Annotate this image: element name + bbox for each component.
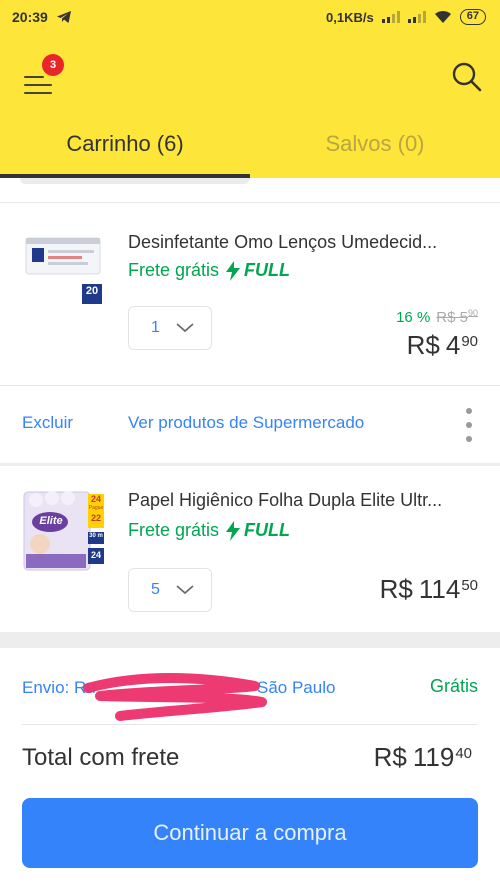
cart-summary: Envio: Ru São Paulo Grátis Total com fre… bbox=[0, 648, 500, 890]
thumb-tag: 24 bbox=[90, 494, 101, 504]
shipping-cost: Grátis bbox=[429, 676, 478, 696]
item-actions: Excluir Ver produtos de Supermercado bbox=[0, 386, 500, 464]
thumb-rolls: 24 bbox=[90, 550, 101, 560]
old-price-int: R$ 5 bbox=[436, 309, 468, 326]
telegram-icon bbox=[56, 11, 71, 23]
status-time: 20:39 bbox=[12, 9, 48, 25]
delete-button[interactable]: Excluir bbox=[22, 413, 73, 433]
lightning-icon bbox=[226, 260, 241, 281]
free-shipping-label: Frete grátis bbox=[128, 260, 220, 280]
chevron-down-icon bbox=[176, 323, 194, 333]
full-label: FULL bbox=[244, 520, 291, 540]
total-label: Total com frete bbox=[22, 744, 180, 771]
lightning-icon bbox=[226, 520, 241, 541]
notification-badge: 3 bbox=[42, 54, 64, 76]
status-bar: 20:39 0,1KB/s 67 bbox=[0, 0, 500, 34]
full-badge: FULL bbox=[225, 520, 290, 541]
discount-percent: 16 % bbox=[396, 309, 431, 326]
item-price: R$ 4 90 bbox=[407, 330, 478, 361]
thumb-meters: 30 m bbox=[89, 533, 103, 539]
search-button[interactable] bbox=[448, 58, 486, 96]
thumb-brand: Elite bbox=[39, 515, 63, 527]
old-price-cents: 90 bbox=[467, 308, 478, 318]
app-header: 20:39 0,1KB/s 67 3 Carrinho (6) Salvos (… bbox=[0, 0, 500, 178]
product-title[interactable]: Papel Higiênico Folha Dupla Elite Ultr..… bbox=[128, 490, 442, 511]
shipping-info: Frete grátis FULL bbox=[128, 520, 290, 541]
full-label: FULL bbox=[244, 260, 291, 280]
price-int: 4 bbox=[445, 330, 461, 360]
thumb-count: 20 bbox=[85, 285, 99, 297]
price-cents: 90 bbox=[461, 333, 478, 350]
network-speed: 0,1KB/s bbox=[326, 9, 374, 25]
cart-tabs: Carrinho (6) Salvos (0) bbox=[0, 114, 500, 178]
free-shipping-label: Frete grátis bbox=[128, 520, 220, 540]
old-price: R$ 590 bbox=[436, 308, 478, 326]
price-currency: R$ bbox=[406, 330, 440, 360]
discount-info: 16 % R$ 590 bbox=[396, 308, 478, 326]
quantity-value: 5 bbox=[151, 581, 160, 598]
total-int: 119 bbox=[412, 742, 455, 772]
top-bar: 3 bbox=[0, 34, 500, 114]
menu-icon-line bbox=[24, 92, 52, 94]
product-thumbnail[interactable]: Elite 24 Pague 22 30 m 24 bbox=[22, 488, 106, 574]
total-cents: 40 bbox=[455, 745, 472, 762]
continue-purchase-button[interactable]: Continuar a compra bbox=[22, 798, 478, 868]
search-icon bbox=[452, 62, 482, 92]
more-options-icon[interactable] bbox=[466, 408, 474, 442]
divider bbox=[22, 724, 478, 725]
quantity-selector[interactable]: 1 bbox=[128, 306, 212, 350]
thumb-tag: Pague bbox=[88, 505, 104, 511]
product-thumbnail[interactable]: 20 bbox=[24, 234, 104, 308]
chevron-down-icon bbox=[176, 585, 194, 595]
price-currency: R$ bbox=[379, 574, 413, 604]
item-price: R$ 114 50 bbox=[380, 574, 478, 605]
cart-item-card: 20 Desinfetante Omo Lenços Umedecid... F… bbox=[0, 178, 500, 463]
shipping-info: Frete grátis FULL bbox=[128, 260, 290, 281]
tab-carrinho[interactable]: Carrinho (6) bbox=[0, 114, 250, 178]
battery-icon: 67 bbox=[459, 9, 486, 25]
signal-icon bbox=[381, 11, 400, 23]
price-cents: 50 bbox=[461, 577, 478, 594]
price-int: 114 bbox=[418, 574, 461, 604]
redaction-scribble bbox=[83, 673, 267, 721]
total-currency: R$ bbox=[373, 742, 407, 772]
quantity-value: 1 bbox=[151, 319, 160, 336]
quantity-selector[interactable]: 5 bbox=[128, 568, 212, 612]
tab-salvos[interactable]: Salvos (0) bbox=[250, 114, 500, 178]
see-products-link[interactable]: Ver produtos de Supermercado bbox=[128, 413, 364, 433]
signal-icon bbox=[407, 11, 426, 23]
menu-icon bbox=[24, 84, 52, 86]
menu-button[interactable]: 3 bbox=[18, 54, 64, 98]
menu-icon-line bbox=[24, 76, 44, 78]
cart-item-card: Elite 24 Pague 22 30 m 24 Papel Higiênic… bbox=[0, 466, 500, 632]
product-title[interactable]: Desinfetante Omo Lenços Umedecid... bbox=[128, 232, 437, 253]
full-badge: FULL bbox=[225, 260, 290, 281]
previous-item-edge bbox=[0, 178, 500, 203]
previous-item-shadow bbox=[20, 178, 250, 184]
wifi-icon bbox=[434, 10, 451, 23]
total-price: R$ 119 40 bbox=[374, 742, 472, 773]
thumb-tag: 22 bbox=[90, 513, 101, 523]
